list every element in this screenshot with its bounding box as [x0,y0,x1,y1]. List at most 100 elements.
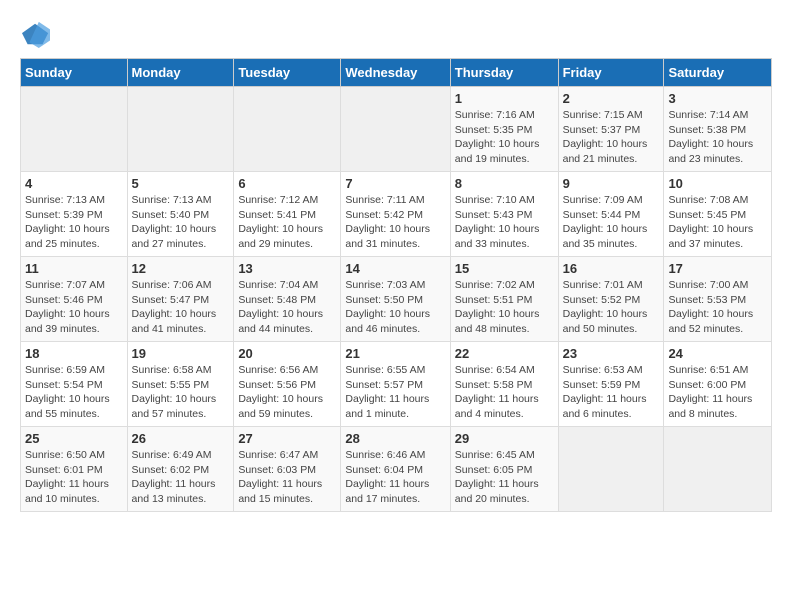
day-info: Sunrise: 6:54 AM Sunset: 5:58 PM Dayligh… [455,363,554,422]
calendar-cell [664,427,772,512]
calendar-cell: 26 Sunrise: 6:49 AM Sunset: 6:02 PM Dayli… [127,427,234,512]
day-number: 1 [455,91,554,106]
calendar-cell: 25 Sunrise: 6:50 AM Sunset: 6:01 PM Dayli… [21,427,128,512]
day-info: Sunrise: 7:03 AM Sunset: 5:50 PM Dayligh… [345,278,445,337]
calendar-cell: 1 Sunrise: 7:16 AM Sunset: 5:35 PM Daylig… [450,87,558,172]
calendar-cell: 9 Sunrise: 7:09 AM Sunset: 5:44 PM Daylig… [558,172,664,257]
calendar-cell: 13 Sunrise: 7:04 AM Sunset: 5:48 PM Dayli… [234,257,341,342]
calendar-cell [21,87,128,172]
calendar-cell: 18 Sunrise: 6:59 AM Sunset: 5:54 PM Dayli… [21,342,128,427]
day-number: 13 [238,261,336,276]
day-number: 6 [238,176,336,191]
calendar-cell [234,87,341,172]
day-number: 26 [132,431,230,446]
day-number: 21 [345,346,445,361]
calendar-header-tuesday: Tuesday [234,59,341,87]
calendar-cell: 27 Sunrise: 6:47 AM Sunset: 6:03 PM Dayli… [234,427,341,512]
calendar-cell: 8 Sunrise: 7:10 AM Sunset: 5:43 PM Daylig… [450,172,558,257]
day-info: Sunrise: 6:53 AM Sunset: 5:59 PM Dayligh… [563,363,660,422]
day-number: 8 [455,176,554,191]
day-number: 25 [25,431,123,446]
day-number: 5 [132,176,230,191]
calendar-cell: 16Sunrise: 7:01 AM Sunset: 5:52 PM Dayli… [558,257,664,342]
calendar-cell: 2 Sunrise: 7:15 AM Sunset: 5:37 PM Daylig… [558,87,664,172]
day-number: 27 [238,431,336,446]
day-number: 18 [25,346,123,361]
logo-icon [22,20,50,48]
day-number: 15 [455,261,554,276]
day-info: Sunrise: 7:08 AM Sunset: 5:45 PM Dayligh… [668,193,767,252]
day-number: 23 [563,346,660,361]
day-info: Sunrise: 7:06 AM Sunset: 5:47 PM Dayligh… [132,278,230,337]
calendar-cell: 21 Sunrise: 6:55 AM Sunset: 5:57 PM Dayli… [341,342,450,427]
day-info: Sunrise: 6:50 AM Sunset: 6:01 PM Dayligh… [25,448,123,507]
calendar-cell: 11 Sunrise: 7:07 AM Sunset: 5:46 PM Dayli… [21,257,128,342]
day-info: Sunrise: 7:07 AM Sunset: 5:46 PM Dayligh… [25,278,123,337]
calendar-cell [558,427,664,512]
day-info: Sunrise: 7:04 AM Sunset: 5:48 PM Dayligh… [238,278,336,337]
calendar-cell: 29 Sunrise: 6:45 AM Sunset: 6:05 PM Dayli… [450,427,558,512]
day-number: 9 [563,176,660,191]
day-info: Sunrise: 7:15 AM Sunset: 5:37 PM Dayligh… [563,108,660,167]
day-number: 2 [563,91,660,106]
calendar-cell: 3 Sunrise: 7:14 AM Sunset: 5:38 PM Daylig… [664,87,772,172]
calendar-cell: 6 Sunrise: 7:12 AM Sunset: 5:41 PM Daylig… [234,172,341,257]
day-number: 28 [345,431,445,446]
calendar-cell: 4Sunrise: 7:13 AM Sunset: 5:39 PM Daylig… [21,172,128,257]
day-info: Sunrise: 6:58 AM Sunset: 5:55 PM Dayligh… [132,363,230,422]
calendar-week-5: 25 Sunrise: 6:50 AM Sunset: 6:01 PM Dayli… [21,427,772,512]
day-info: Sunrise: 7:11 AM Sunset: 5:42 PM Dayligh… [345,193,445,252]
calendar-cell: 24 Sunrise: 6:51 AM Sunset: 6:00 PM Dayli… [664,342,772,427]
calendar-cell: 7 Sunrise: 7:11 AM Sunset: 5:42 PM Daylig… [341,172,450,257]
day-number: 7 [345,176,445,191]
calendar-week-4: 18 Sunrise: 6:59 AM Sunset: 5:54 PM Dayli… [21,342,772,427]
calendar-cell: 19 Sunrise: 6:58 AM Sunset: 5:55 PM Dayli… [127,342,234,427]
calendar-table: SundayMondayTuesdayWednesdayThursdayFrid… [20,58,772,512]
calendar-cell: 22Sunrise: 6:54 AM Sunset: 5:58 PM Dayli… [450,342,558,427]
day-number: 11 [25,261,123,276]
day-number: 12 [132,261,230,276]
calendar-cell [341,87,450,172]
day-info: Sunrise: 7:12 AM Sunset: 5:41 PM Dayligh… [238,193,336,252]
calendar-header-monday: Monday [127,59,234,87]
day-info: Sunrise: 7:10 AM Sunset: 5:43 PM Dayligh… [455,193,554,252]
calendar-header-sunday: Sunday [21,59,128,87]
calendar-week-2: 4Sunrise: 7:13 AM Sunset: 5:39 PM Daylig… [21,172,772,257]
day-info: Sunrise: 6:47 AM Sunset: 6:03 PM Dayligh… [238,448,336,507]
logo [20,20,50,48]
day-number: 16 [563,261,660,276]
day-info: Sunrise: 7:09 AM Sunset: 5:44 PM Dayligh… [563,193,660,252]
calendar-cell: 17Sunrise: 7:00 AM Sunset: 5:53 PM Dayli… [664,257,772,342]
calendar-cell: 28Sunrise: 6:46 AM Sunset: 6:04 PM Dayli… [341,427,450,512]
day-number: 19 [132,346,230,361]
day-number: 3 [668,91,767,106]
day-number: 10 [668,176,767,191]
day-info: Sunrise: 7:14 AM Sunset: 5:38 PM Dayligh… [668,108,767,167]
day-info: Sunrise: 6:45 AM Sunset: 6:05 PM Dayligh… [455,448,554,507]
calendar-cell: 5 Sunrise: 7:13 AM Sunset: 5:40 PM Daylig… [127,172,234,257]
calendar-cell: 12 Sunrise: 7:06 AM Sunset: 5:47 PM Dayli… [127,257,234,342]
calendar-header-friday: Friday [558,59,664,87]
calendar-header-thursday: Thursday [450,59,558,87]
calendar-cell: 10 Sunrise: 7:08 AM Sunset: 5:45 PM Dayli… [664,172,772,257]
day-info: Sunrise: 7:02 AM Sunset: 5:51 PM Dayligh… [455,278,554,337]
day-info: Sunrise: 7:16 AM Sunset: 5:35 PM Dayligh… [455,108,554,167]
calendar-cell: 23 Sunrise: 6:53 AM Sunset: 5:59 PM Dayli… [558,342,664,427]
day-info: Sunrise: 7:13 AM Sunset: 5:40 PM Dayligh… [132,193,230,252]
day-number: 17 [668,261,767,276]
day-info: Sunrise: 6:59 AM Sunset: 5:54 PM Dayligh… [25,363,123,422]
day-info: Sunrise: 6:51 AM Sunset: 6:00 PM Dayligh… [668,363,767,422]
calendar-week-1: 1 Sunrise: 7:16 AM Sunset: 5:35 PM Daylig… [21,87,772,172]
day-number: 20 [238,346,336,361]
calendar-header-saturday: Saturday [664,59,772,87]
day-number: 24 [668,346,767,361]
calendar-cell [127,87,234,172]
day-info: Sunrise: 6:49 AM Sunset: 6:02 PM Dayligh… [132,448,230,507]
day-number: 29 [455,431,554,446]
calendar-header-row: SundayMondayTuesdayWednesdayThursdayFrid… [21,59,772,87]
day-info: Sunrise: 6:55 AM Sunset: 5:57 PM Dayligh… [345,363,445,422]
day-number: 14 [345,261,445,276]
day-number: 4 [25,176,123,191]
calendar-header-wednesday: Wednesday [341,59,450,87]
calendar-cell: 15 Sunrise: 7:02 AM Sunset: 5:51 PM Dayli… [450,257,558,342]
